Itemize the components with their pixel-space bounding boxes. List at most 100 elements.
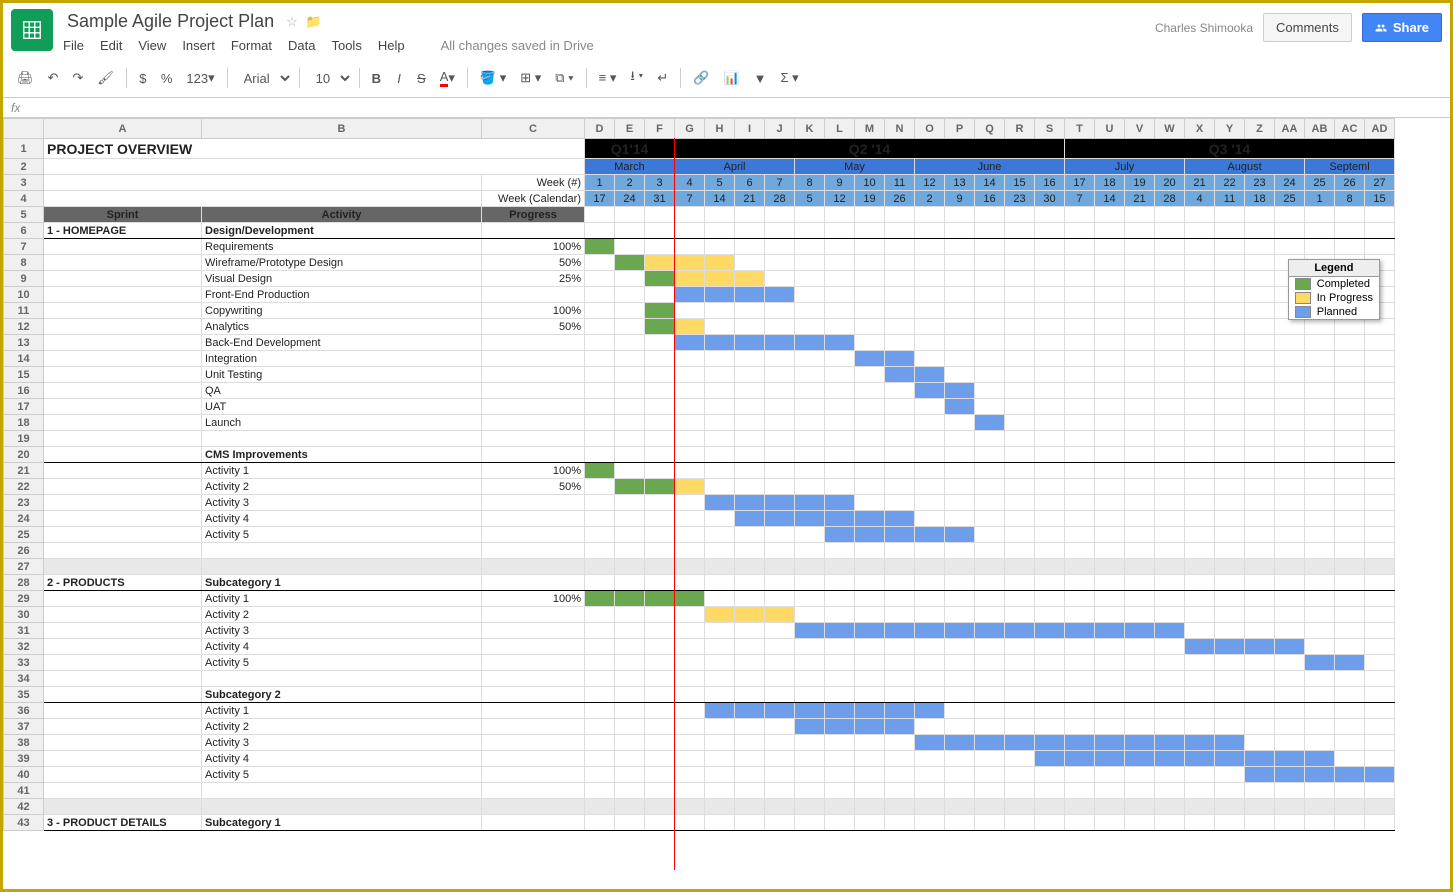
cell[interactable]: Activity 2 xyxy=(202,479,482,495)
cell[interactable]: Activity 1 xyxy=(202,463,482,479)
cell[interactable] xyxy=(482,527,585,543)
cell[interactable] xyxy=(1005,431,1035,447)
cell[interactable]: Activity 3 xyxy=(202,623,482,639)
cell[interactable] xyxy=(885,319,915,335)
cell[interactable] xyxy=(855,783,885,799)
cell[interactable] xyxy=(1005,287,1035,303)
cell[interactable]: Activity 4 xyxy=(202,639,482,655)
col-header[interactable]: Z xyxy=(1245,119,1275,139)
cell[interactable] xyxy=(855,607,885,623)
cell[interactable] xyxy=(705,335,735,351)
cell[interactable] xyxy=(795,527,825,543)
cell[interactable] xyxy=(482,559,585,575)
cell[interactable]: Copywriting xyxy=(202,303,482,319)
cell[interactable] xyxy=(765,255,795,271)
cell[interactable] xyxy=(765,607,795,623)
cell[interactable] xyxy=(705,207,735,223)
cell[interactable] xyxy=(645,751,675,767)
cell[interactable] xyxy=(1005,559,1035,575)
cell[interactable] xyxy=(1065,271,1095,287)
cell[interactable] xyxy=(585,735,615,751)
cell[interactable] xyxy=(825,703,855,719)
cell[interactable] xyxy=(1365,591,1395,607)
cell[interactable]: Activity 1 xyxy=(202,703,482,719)
cell[interactable] xyxy=(1005,799,1035,815)
cell[interactable] xyxy=(1125,543,1155,559)
cell[interactable] xyxy=(1305,639,1335,655)
cell[interactable] xyxy=(1065,479,1095,495)
cell[interactable] xyxy=(1125,511,1155,527)
cell[interactable] xyxy=(855,447,885,463)
cell[interactable] xyxy=(482,367,585,383)
cell[interactable]: 28 xyxy=(1155,191,1185,207)
cell[interactable] xyxy=(1035,815,1065,831)
cell[interactable] xyxy=(945,399,975,415)
cell[interactable] xyxy=(975,255,1005,271)
menu-tools[interactable]: Tools xyxy=(331,38,361,53)
cell[interactable]: Progress xyxy=(482,207,585,223)
row-header[interactable]: 19 xyxy=(4,431,44,447)
cell[interactable] xyxy=(585,799,615,815)
cell[interactable] xyxy=(1185,623,1215,639)
cell[interactable] xyxy=(705,463,735,479)
select-all-corner[interactable] xyxy=(4,119,44,139)
cell[interactable] xyxy=(1365,767,1395,783)
cell[interactable] xyxy=(1095,719,1125,735)
cell[interactable] xyxy=(975,687,1005,703)
cell[interactable] xyxy=(735,719,765,735)
cell[interactable] xyxy=(705,687,735,703)
cell[interactable] xyxy=(1215,431,1245,447)
cell[interactable] xyxy=(1335,799,1365,815)
cell[interactable] xyxy=(615,207,645,223)
cell[interactable] xyxy=(1095,431,1125,447)
cell[interactable] xyxy=(1095,223,1125,239)
cell[interactable] xyxy=(735,255,765,271)
cell[interactable] xyxy=(705,719,735,735)
cell[interactable] xyxy=(735,223,765,239)
cell[interactable] xyxy=(1335,479,1365,495)
cell[interactable] xyxy=(1095,543,1125,559)
cell[interactable] xyxy=(765,271,795,287)
cell[interactable] xyxy=(645,223,675,239)
cell[interactable] xyxy=(945,239,975,255)
cell[interactable] xyxy=(1095,735,1125,751)
cell[interactable] xyxy=(1305,655,1335,671)
cell[interactable] xyxy=(735,575,765,591)
cell[interactable] xyxy=(795,783,825,799)
cell[interactable] xyxy=(795,671,825,687)
cell[interactable] xyxy=(585,511,615,527)
cell[interactable] xyxy=(1275,447,1305,463)
cell[interactable] xyxy=(1215,607,1245,623)
cell[interactable] xyxy=(1365,735,1395,751)
cell[interactable] xyxy=(1005,415,1035,431)
cell[interactable] xyxy=(735,543,765,559)
cell[interactable] xyxy=(675,767,705,783)
cell[interactable] xyxy=(795,351,825,367)
cell[interactable] xyxy=(1095,415,1125,431)
borders-button[interactable]: ⊞ ▾ xyxy=(514,66,547,90)
cell[interactable] xyxy=(1275,559,1305,575)
cell[interactable] xyxy=(675,255,705,271)
cell[interactable] xyxy=(1185,735,1215,751)
cell[interactable] xyxy=(1125,687,1155,703)
cell[interactable] xyxy=(1035,415,1065,431)
row-header[interactable]: 6 xyxy=(4,223,44,239)
cell[interactable] xyxy=(705,319,735,335)
cell[interactable]: PROJECT OVERVIEW xyxy=(44,139,585,159)
cell[interactable] xyxy=(765,623,795,639)
cell[interactable] xyxy=(915,271,945,287)
cell[interactable] xyxy=(1185,431,1215,447)
cell[interactable] xyxy=(482,799,585,815)
cell[interactable] xyxy=(1095,527,1125,543)
cell[interactable] xyxy=(1365,447,1395,463)
cell[interactable] xyxy=(1125,751,1155,767)
cell[interactable] xyxy=(1215,287,1245,303)
cell[interactable] xyxy=(1125,207,1155,223)
cell[interactable] xyxy=(945,335,975,351)
cell[interactable] xyxy=(1005,655,1035,671)
cell[interactable] xyxy=(855,703,885,719)
cell[interactable]: 12 xyxy=(915,175,945,191)
cell[interactable]: Unit Testing xyxy=(202,367,482,383)
cell[interactable] xyxy=(915,687,945,703)
cell[interactable] xyxy=(1305,335,1335,351)
